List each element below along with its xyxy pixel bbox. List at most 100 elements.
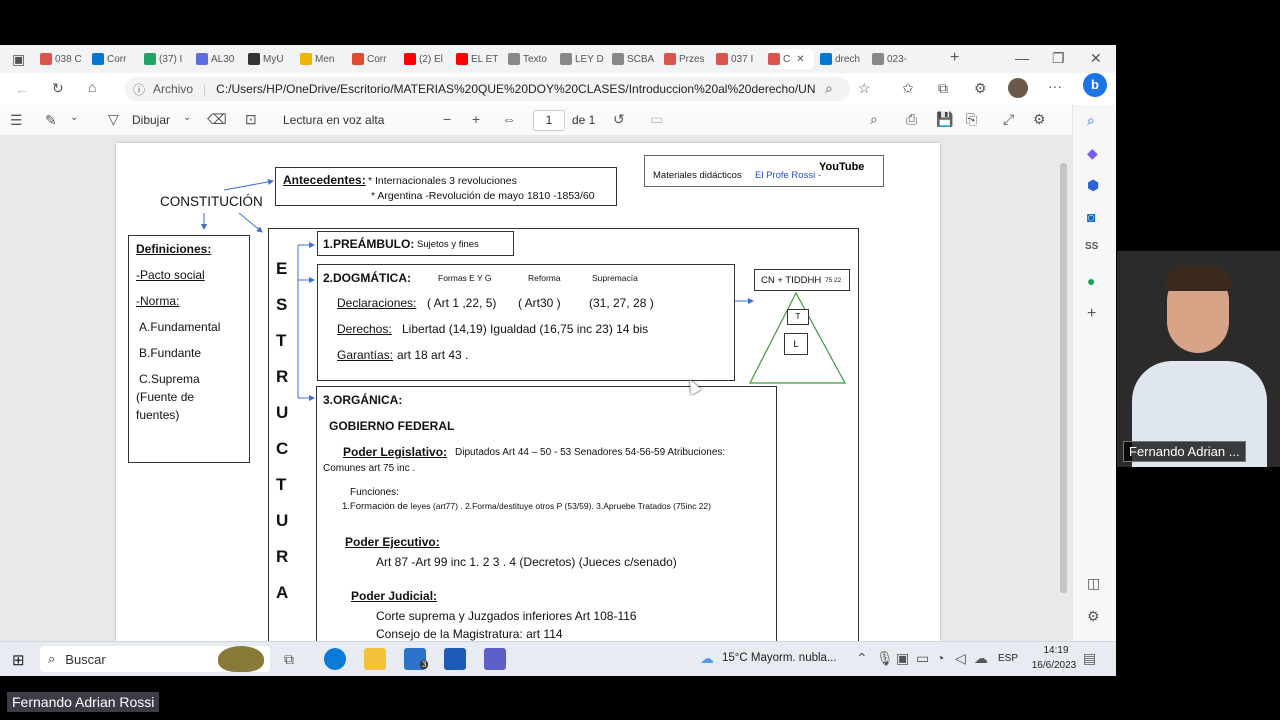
outlook-icon[interactable]: ◙ — [1087, 209, 1095, 225]
participant-video: Fernando Adrian ... — [1117, 251, 1280, 467]
highlight-dropdown-icon[interactable]: ⌄ — [70, 112, 78, 123]
pdf-toolbar: ☰ ✎ ⌄ ▽ Dibujar ⌄ ⌫ ⊡ Lectura en voz alt… — [0, 105, 1116, 136]
tab-actions-icon[interactable]: ▣ — [12, 51, 25, 68]
bing-icon[interactable]: b — [1083, 73, 1107, 97]
tray-chevron-icon[interactable]: ⌃ — [856, 650, 868, 667]
edge-icon[interactable] — [324, 648, 346, 670]
shopping-icon[interactable]: ◆ — [1087, 145, 1098, 162]
collections-icon[interactable]: ⧉ — [938, 80, 948, 97]
suprema-fuente: (Fuente de — [136, 390, 195, 404]
save-as-icon[interactable]: ⎘ — [966, 111, 977, 128]
minimize-icon[interactable]: — — [1015, 50, 1029, 66]
tab-4[interactable]: MyU — [248, 49, 294, 69]
home-icon[interactable]: ⌂ — [88, 79, 96, 95]
maximize-icon[interactable]: ❐ — [1052, 50, 1065, 67]
battery-icon[interactable]: ▭ — [916, 650, 929, 667]
contents-icon[interactable]: ☰ — [10, 112, 23, 129]
page-number-input[interactable]: 1 — [533, 110, 565, 131]
file-explorer-icon[interactable] — [364, 648, 386, 670]
highlight-icon[interactable]: ✎ — [45, 112, 57, 129]
profe-text: El Profe Rossi - — [755, 170, 821, 181]
tab-2[interactable]: (37) I — [144, 49, 190, 69]
comunes-text: Comunes art 75 inc . — [323, 463, 416, 474]
start-icon[interactable]: ⊞ — [12, 651, 25, 669]
network-icon[interactable]: ◔ — [936, 650, 944, 666]
read-aloud-button[interactable]: Lectura en voz alta — [283, 113, 384, 127]
tab-1[interactable]: Corr — [92, 49, 138, 69]
definiciones-label: Definiciones: — [136, 242, 212, 256]
back-icon[interactable]: ← — [15, 81, 29, 97]
tab-13[interactable]: 037 I — [716, 49, 762, 69]
tab-favicon-icon — [664, 53, 676, 65]
tab-favicon-icon — [820, 53, 832, 65]
tab-label: 038 C — [55, 53, 82, 65]
clock-date[interactable]: 16/6/2023 — [1024, 660, 1084, 671]
new-tab-icon[interactable]: + — [950, 49, 959, 67]
app-icon[interactable]: SS — [1085, 241, 1098, 252]
draw-icon[interactable]: ▽ — [108, 111, 119, 128]
tab-0[interactable]: 038 C — [40, 49, 86, 69]
pyramid-l-box: L — [784, 333, 808, 355]
tab-9[interactable]: Texto — [508, 49, 554, 69]
notifications-icon[interactable]: ▤ — [1083, 650, 1096, 667]
tab-favicon-icon — [612, 53, 624, 65]
tab-14[interactable]: C ✕ — [768, 49, 814, 69]
supremacia-label: Supremacía — [592, 273, 638, 283]
camera-icon[interactable]: ▣ — [896, 650, 909, 667]
profile-avatar[interactable] — [1008, 78, 1028, 98]
tab-12[interactable]: Przes — [664, 49, 710, 69]
add-sidebar-icon[interactable]: + — [1087, 305, 1096, 323]
close-tab-icon[interactable]: ✕ — [796, 54, 804, 65]
suprema-fuentes: fuentes) — [136, 408, 180, 422]
vertical-scrollbar[interactable] — [1060, 163, 1067, 593]
tab-5[interactable]: Men — [300, 49, 346, 69]
word-icon[interactable] — [444, 648, 466, 670]
url-field[interactable]: ⓘ Archivo | C:/Users/HP/OneDrive/Escrito… — [125, 77, 850, 101]
search-icon[interactable]: ⌕ — [1087, 112, 1095, 129]
tab-10[interactable]: LEY D — [560, 49, 606, 69]
extensions-icon[interactable]: ⚙ — [974, 80, 987, 97]
page-view-icon[interactable]: ▭ — [650, 111, 663, 128]
zoom-out-icon[interactable]: − — [443, 111, 451, 127]
tab-7[interactable]: (2) El — [404, 49, 450, 69]
rotate-icon[interactable]: ↺ — [613, 111, 625, 128]
tab-16[interactable]: 023- — [872, 49, 918, 69]
task-view-icon[interactable]: ⧉ — [284, 651, 294, 668]
favorite-star-icon[interactable]: ☆ — [858, 80, 871, 97]
tab-15[interactable]: drech — [820, 49, 866, 69]
sidebar-settings-icon[interactable]: ⚙ — [1087, 608, 1100, 625]
text-icon[interactable]: ⊡ — [245, 111, 257, 128]
onedrive-icon[interactable]: ☁ — [974, 650, 988, 667]
save-icon[interactable]: 💾 — [936, 111, 953, 128]
tab-6[interactable]: Corr — [352, 49, 398, 69]
find-icon[interactable]: ⌕ — [870, 111, 878, 128]
eraser-icon[interactable]: ⌫ — [207, 111, 227, 128]
language-indicator[interactable]: ESP — [998, 653, 1018, 664]
fullscreen-icon[interactable]: ⤢ — [1003, 111, 1014, 128]
favorites-icon[interactable]: ✩ — [902, 80, 914, 97]
weather-text[interactable]: 15°C Mayorm. nubla... — [722, 652, 837, 664]
fit-page-icon[interactable]: ⇔ — [502, 111, 516, 127]
tools-icon[interactable]: ⬢ — [1087, 177, 1099, 194]
zoom-in-icon[interactable]: + — [472, 111, 480, 127]
pdf-viewer[interactable]: CONSTITUCIÓN Antecedentes: * Internacion… — [0, 135, 1072, 641]
draw-label[interactable]: Dibujar — [132, 113, 170, 127]
tab-11[interactable]: SCBA — [612, 49, 658, 69]
sidebar-toggle-icon[interactable]: ◫ — [1087, 575, 1100, 592]
pyramid-t-box: T — [787, 309, 809, 325]
volume-icon[interactable]: ◁ — [955, 650, 966, 667]
refresh-icon[interactable]: ↻ — [52, 80, 64, 97]
print-icon[interactable]: ⎙ — [906, 111, 917, 128]
clock-time[interactable]: 14:19 — [1036, 645, 1076, 656]
pdf-settings-icon[interactable]: ⚙ — [1033, 111, 1046, 128]
messenger-icon[interactable]: ● — [1087, 273, 1095, 289]
zoom-icon[interactable]: ⌕ — [825, 80, 833, 97]
draw-dropdown-icon[interactable]: ⌄ — [183, 112, 191, 123]
tab-3[interactable]: AL30 — [196, 49, 242, 69]
teams-icon[interactable] — [484, 648, 506, 670]
tab-8[interactable]: EL ET — [456, 49, 502, 69]
close-window-icon[interactable]: ✕ — [1090, 50, 1102, 67]
preambulo-label: 1.PREÁMBULO: — [323, 237, 415, 251]
microphone-icon[interactable]: 🎙 — [876, 650, 894, 667]
more-menu-icon[interactable]: ··· — [1048, 78, 1062, 94]
